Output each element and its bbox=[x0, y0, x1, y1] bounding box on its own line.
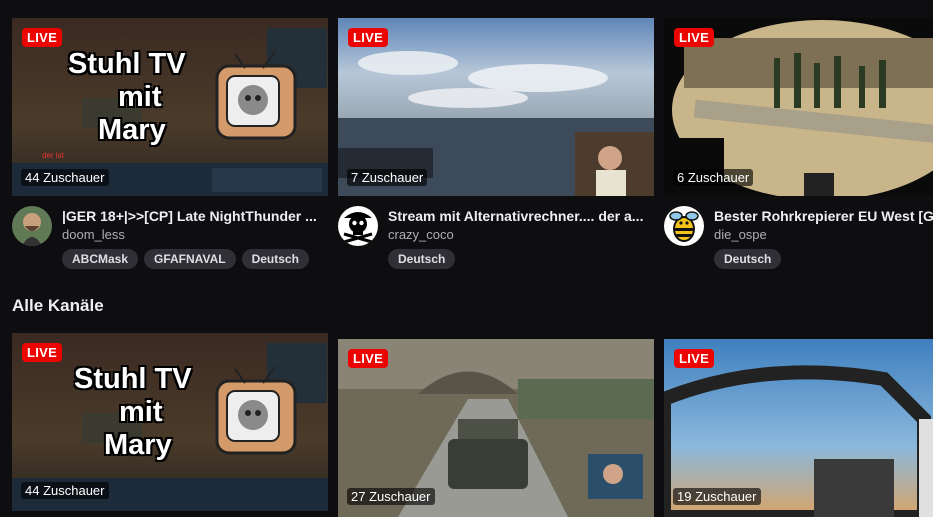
stream-card: LIVE 19 Zuschauer bbox=[664, 339, 933, 517]
viewer-count: 44 Zuschauer bbox=[21, 482, 109, 499]
stream-meta: Bester Rohrkrepierer EU West [G die_ospe… bbox=[664, 196, 933, 286]
channel-name[interactable]: crazy_coco bbox=[388, 227, 454, 242]
overlay-line: Mary bbox=[104, 429, 172, 461]
stream-thumbnail[interactable]: LIVE 7 Zuschauer bbox=[338, 18, 654, 196]
viewer-count: 44 Zuschauer bbox=[21, 169, 109, 186]
stream-thumbnail[interactable]: LIVE 27 Zuschauer bbox=[338, 339, 654, 517]
bee-icon bbox=[664, 206, 704, 246]
live-badge: LIVE bbox=[22, 343, 63, 362]
tag-list: ABCMask GFAFNAVAL Deutsch bbox=[62, 249, 309, 269]
avatar[interactable] bbox=[664, 206, 704, 246]
overlay-text-block: Stuhl TV mit Mary bbox=[68, 48, 186, 147]
viewer-count: 19 Zuschauer bbox=[673, 488, 761, 505]
live-badge: LIVE bbox=[674, 28, 715, 47]
stream-thumbnail[interactable]: LIVE 6 Zuschauer bbox=[664, 18, 933, 196]
live-badge: LIVE bbox=[674, 349, 715, 368]
overlay-text-block: Stuhl TV mit Mary bbox=[74, 363, 192, 462]
viewer-count: 6 Zuschauer bbox=[673, 169, 754, 186]
viewer-count: 27 Zuschauer bbox=[347, 488, 435, 505]
tag-list: Deutsch bbox=[388, 249, 456, 269]
stream-card: LIVE 6 Zuschauer Bester Rohrkrepierer EU… bbox=[664, 18, 933, 286]
live-badge: LIVE bbox=[22, 28, 63, 47]
overlay-line: Stuhl TV bbox=[74, 363, 192, 395]
stream-card: der ist Stuhl TV mit Mary LIVE 44 Zuscha… bbox=[12, 18, 328, 286]
skull-crossbones-icon bbox=[338, 206, 378, 246]
svg-text:der ist: der ist bbox=[42, 151, 65, 160]
avatar[interactable] bbox=[338, 206, 378, 246]
stream-thumbnail[interactable]: LIVE 19 Zuschauer bbox=[664, 339, 933, 517]
avatar[interactable] bbox=[12, 206, 52, 246]
channel-name[interactable]: die_ospe bbox=[714, 227, 767, 242]
tag[interactable]: GFAFNAVAL bbox=[144, 249, 236, 269]
overlay-line: mit bbox=[118, 81, 162, 113]
avatar-man-beard-icon bbox=[12, 206, 52, 246]
section-title: Alle Kanäle bbox=[12, 296, 104, 315]
overlay-line: Stuhl TV bbox=[68, 48, 186, 80]
stream-title[interactable]: |GER 18+|>>[CP] Late NightThunder ... bbox=[62, 208, 328, 224]
stream-meta: Stream mit Alternativrechner.... der a..… bbox=[338, 196, 654, 286]
stream-thumbnail[interactable]: der ist Stuhl TV mit Mary LIVE 44 Zuscha… bbox=[12, 18, 328, 196]
stream-card: Stuhl TV mit Mary LIVE 44 Zuschauer bbox=[12, 333, 328, 511]
stream-meta: |GER 18+|>>[CP] Late NightThunder ... do… bbox=[12, 196, 328, 286]
tag[interactable]: Deutsch bbox=[388, 249, 456, 269]
stream-title[interactable]: Bester Rohrkrepierer EU West [G bbox=[714, 208, 933, 224]
tag-list: Deutsch bbox=[714, 249, 782, 269]
tag[interactable]: Deutsch bbox=[241, 249, 309, 269]
channel-name[interactable]: doom_less bbox=[62, 227, 125, 242]
stream-title[interactable]: Stream mit Alternativrechner.... der a..… bbox=[388, 208, 654, 224]
tag[interactable]: ABCMask bbox=[62, 249, 139, 269]
live-badge: LIVE bbox=[348, 28, 389, 47]
stream-card: LIVE 27 Zuschauer bbox=[338, 339, 654, 517]
tag[interactable]: Deutsch bbox=[714, 249, 782, 269]
overlay-line: mit bbox=[119, 396, 163, 428]
viewer-count: 7 Zuschauer bbox=[347, 169, 428, 186]
overlay-line: Mary bbox=[98, 114, 166, 146]
live-badge: LIVE bbox=[348, 349, 389, 368]
stream-thumbnail[interactable]: Stuhl TV mit Mary LIVE 44 Zuschauer bbox=[12, 333, 328, 511]
stream-card: LIVE 7 Zuschauer Stream mit Alternativre… bbox=[338, 18, 654, 286]
